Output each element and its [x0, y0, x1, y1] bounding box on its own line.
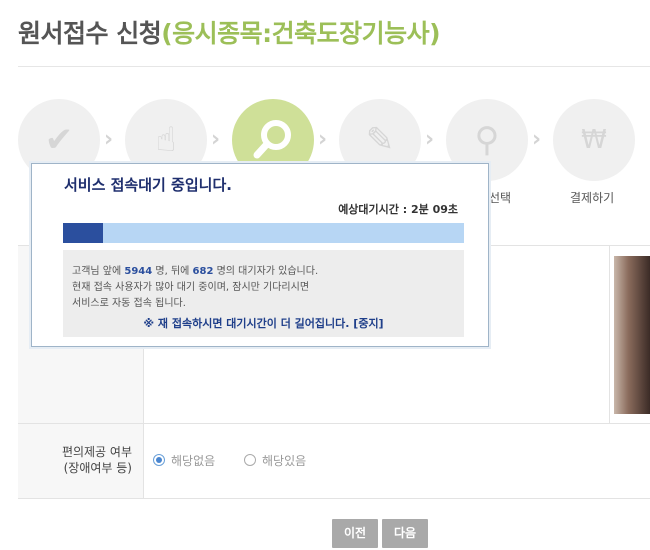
ahead-count: 5944: [124, 266, 153, 277]
won-icon: ₩: [581, 125, 607, 155]
radio-applicable[interactable]: [244, 454, 256, 466]
form-row-divider: [18, 423, 650, 424]
estimated-wait-value: 2분 09초: [410, 203, 458, 216]
reconnect-warning-stop-link[interactable]: ※ 재 접속하시면 대기시간이 더 길어집니다. [중지]: [63, 315, 464, 331]
radio-applicable-label[interactable]: 해당있음: [262, 452, 306, 469]
page-title-main: 원서접수 신청: [18, 19, 162, 48]
chevron-right-icon: ›: [425, 127, 435, 152]
waiting-queue-dialog: 서비스 접속대기 중입니다. 예상대기시간 : 2분 09초 고객님 앞에 59…: [31, 163, 489, 347]
title-divider: [18, 66, 650, 67]
chevron-right-icon: ›: [104, 127, 114, 152]
photo-divider: [609, 246, 610, 423]
step-6-label: 결제하기: [570, 191, 615, 205]
queue-progress-bar: [63, 223, 464, 243]
exam-type-subtitle: (응시종목:건축도장기능사): [161, 19, 441, 48]
accommodation-label-line1: 편의제공 여부: [61, 445, 132, 459]
queue-text-suffix: 명의 대기자가 있습니다.: [213, 266, 319, 277]
accommodation-label: 편의제공 여부 (장애여부 등): [22, 444, 132, 476]
queue-text-mid: 명, 뒤에: [152, 266, 193, 277]
step-6: ₩: [553, 99, 635, 181]
queue-position-text: 고객님 앞에 5944 명, 뒤에 682 명의 대기자가 있습니다.: [72, 262, 318, 277]
radio-not-applicable[interactable]: [153, 454, 165, 466]
chevron-right-icon: ›: [318, 127, 328, 152]
queue-info-box: 고객님 앞에 5944 명, 뒤에 682 명의 대기자가 있습니다. 현재 접…: [63, 250, 464, 337]
queue-message-line2: 현재 접속 사용자가 많아 대기 중이며, 잠시만 기다리시면: [72, 282, 310, 293]
radio-not-applicable-label[interactable]: 해당없음: [171, 452, 215, 469]
form-bottom-divider: [18, 498, 650, 499]
estimated-wait-label: 예상대기시간 :: [338, 203, 411, 216]
queue-text-prefix: 고객님 앞에: [72, 266, 125, 277]
dialog-title: 서비스 접속대기 중입니다.: [64, 176, 232, 194]
estimated-wait-time: 예상대기시간 : 2분 09초: [338, 201, 458, 217]
chevron-right-icon: ›: [532, 127, 542, 152]
behind-count: 682: [192, 266, 214, 277]
queue-message-line3: 서비스로 자동 접속 됩니다.: [72, 298, 186, 309]
page-title: 원서접수 신청(응시종목:건축도장기능사): [18, 14, 441, 50]
step-5-label: 선택: [489, 191, 512, 205]
accommodation-label-line2: (장애여부 등): [63, 461, 132, 475]
chevron-right-icon: ›: [211, 127, 221, 152]
prev-button[interactable]: 이전: [332, 519, 378, 548]
queue-progress-fill: [63, 223, 104, 243]
next-button[interactable]: 다음: [382, 519, 428, 548]
applicant-photo: [614, 256, 650, 414]
